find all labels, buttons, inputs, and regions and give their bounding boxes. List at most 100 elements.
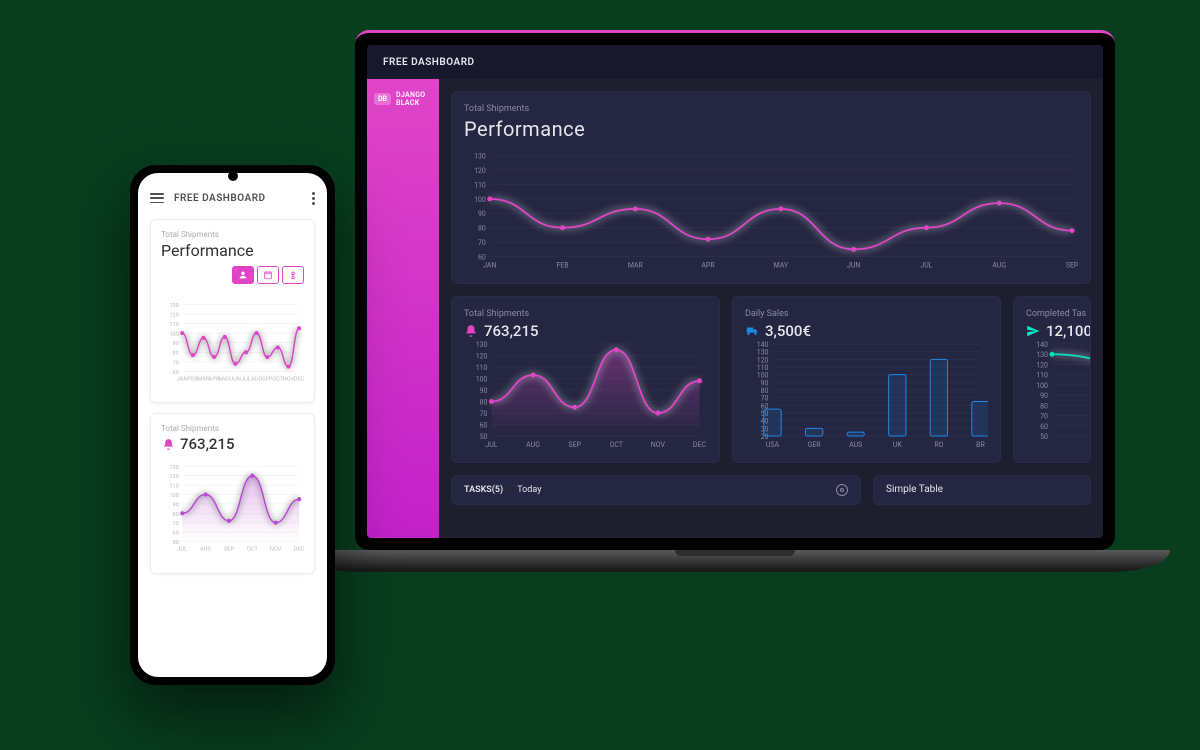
svg-text:140: 140 xyxy=(757,341,769,349)
svg-text:AUG: AUG xyxy=(200,546,211,552)
performance-chart: 60708090100110120130JANFEBMARAPRMAYJUNJU… xyxy=(464,151,1078,271)
sidebar-header[interactable]: DB DJANGO BLACK xyxy=(374,91,432,107)
sidebar-badge: DB xyxy=(374,93,391,105)
phone-shipments-card: Total Shipments 763,215 5060708090100110… xyxy=(150,413,315,574)
svg-text:70: 70 xyxy=(480,410,488,418)
svg-text:120: 120 xyxy=(757,356,769,364)
svg-text:APR: APR xyxy=(702,261,716,269)
phone-performance-card: Total Shipments Performance 607080901001… xyxy=(150,219,315,403)
tasks-tab-today[interactable]: Today xyxy=(517,485,541,495)
svg-text:70: 70 xyxy=(478,239,486,247)
shipments-chart: 5060708090100110120130JULAUGSEPOCTNOVDEC xyxy=(464,340,707,450)
svg-text:80: 80 xyxy=(1040,402,1048,410)
svg-text:60: 60 xyxy=(1040,423,1048,431)
svg-text:50: 50 xyxy=(480,433,488,441)
svg-text:NOV: NOV xyxy=(651,441,666,449)
svg-text:60: 60 xyxy=(173,370,179,376)
svg-text:AUG: AUG xyxy=(251,376,262,382)
hamburger-icon[interactable] xyxy=(150,193,164,203)
completed-tasks-card: Completed Tas 12,100K 506070809010011012… xyxy=(1013,296,1091,463)
laptop-mockup: FREE DASHBOARD DB DJANGO BLACK Total Shi… xyxy=(300,30,1170,630)
sales-chart: 2030405060708090100110120130140USAGERAUS… xyxy=(745,340,988,450)
svg-text:NOV: NOV xyxy=(283,376,295,382)
sidebar: DB DJANGO BLACK xyxy=(367,79,439,538)
svg-text:120: 120 xyxy=(169,312,179,318)
svg-text:100: 100 xyxy=(757,372,769,380)
svg-text:AUG: AUG xyxy=(526,441,540,449)
svg-text:JUL: JUL xyxy=(920,261,932,269)
svg-text:60: 60 xyxy=(478,254,486,262)
svg-text:90: 90 xyxy=(1040,392,1048,400)
svg-text:100: 100 xyxy=(474,196,486,204)
svg-text:UK: UK xyxy=(893,441,903,449)
svg-text:110: 110 xyxy=(476,364,488,372)
card-overline: Daily Sales xyxy=(745,309,988,319)
svg-text:RO: RO xyxy=(934,441,943,449)
sidebar-name: DJANGO BLACK xyxy=(396,91,432,107)
svg-text:130: 130 xyxy=(474,153,486,161)
svg-text:100: 100 xyxy=(476,376,488,384)
card-overline: Total Shipments xyxy=(464,104,1078,114)
seg-purchases[interactable] xyxy=(257,266,279,284)
svg-text:110: 110 xyxy=(1036,372,1048,380)
svg-text:100: 100 xyxy=(169,332,179,338)
bell-icon xyxy=(464,324,478,338)
topbar: FREE DASHBOARD xyxy=(367,45,1103,79)
card-overline: Total Shipments xyxy=(464,309,707,319)
svg-text:70: 70 xyxy=(761,395,769,403)
laptop-base xyxy=(300,550,1170,572)
svg-text:DEC: DEC xyxy=(294,376,304,382)
metric-value: 763,215 xyxy=(180,435,235,453)
svg-text:130: 130 xyxy=(1036,351,1048,359)
gear-icon[interactable] xyxy=(836,484,848,496)
simple-table-title: Simple Table xyxy=(886,484,943,495)
svg-text:90: 90 xyxy=(173,502,179,508)
svg-text:JUN: JUN xyxy=(847,261,860,269)
svg-text:120: 120 xyxy=(1036,361,1048,369)
phone-screen: FREE DASHBOARD Total Shipments Performan… xyxy=(138,173,327,677)
svg-text:50: 50 xyxy=(1040,433,1048,441)
svg-text:AUG: AUG xyxy=(992,261,1006,269)
metric-value: 763,215 xyxy=(484,322,539,340)
svg-text:JUL: JUL xyxy=(485,441,497,449)
svg-text:70: 70 xyxy=(1040,413,1048,421)
svg-text:80: 80 xyxy=(761,387,769,395)
svg-text:70: 70 xyxy=(173,521,179,527)
svg-text:JAN: JAN xyxy=(177,376,188,382)
svg-text:130: 130 xyxy=(476,341,488,349)
sales-card: Daily Sales 3,500€ 203040506070809010011… xyxy=(732,296,1001,463)
svg-text:80: 80 xyxy=(478,225,486,233)
svg-text:110: 110 xyxy=(169,484,179,490)
svg-text:JAN: JAN xyxy=(483,261,496,269)
laptop-screen: FREE DASHBOARD DB DJANGO BLACK Total Shi… xyxy=(367,45,1103,538)
svg-text:MAY: MAY xyxy=(774,261,789,269)
svg-text:JUN: JUN xyxy=(230,376,241,382)
card-overline: Completed Tas xyxy=(1026,309,1091,319)
svg-text:SEP: SEP xyxy=(568,441,581,449)
tasks-title: TASKS(5) xyxy=(464,485,503,495)
svg-text:130: 130 xyxy=(169,465,179,471)
svg-text:60: 60 xyxy=(173,531,179,537)
svg-text:90: 90 xyxy=(478,210,486,218)
svg-text:110: 110 xyxy=(169,322,179,328)
shipments-card: Total Shipments 763,215 5060708090100110… xyxy=(451,296,720,463)
svg-text:FEB: FEB xyxy=(556,261,568,269)
svg-text:SEP: SEP xyxy=(262,376,273,382)
svg-text:90: 90 xyxy=(761,379,769,387)
phone-performance-chart: 60708090100110120130JANFEBMARAPRMAYJUNJU… xyxy=(161,292,304,392)
svg-text:70: 70 xyxy=(173,360,179,366)
phone-shipments-chart: 5060708090100110120130JULAUGSEPOCTNOVDEC xyxy=(161,453,304,563)
brand: FREE DASHBOARD xyxy=(383,57,475,68)
svg-text:DEC: DEC xyxy=(693,441,707,449)
svg-text:SEP: SEP xyxy=(224,546,235,552)
svg-text:OCT: OCT xyxy=(610,441,624,449)
svg-text:MAR: MAR xyxy=(628,261,644,269)
svg-text:130: 130 xyxy=(757,349,769,357)
seg-sessions[interactable] xyxy=(282,266,304,284)
svg-text:140: 140 xyxy=(1036,341,1048,349)
seg-accounts[interactable] xyxy=(232,266,254,284)
more-icon[interactable] xyxy=(312,192,315,205)
svg-text:SEP: SEP xyxy=(1066,261,1078,269)
svg-text:50: 50 xyxy=(173,540,179,546)
tasks-chart: 5060708090100110120130140JUL xyxy=(1026,340,1091,450)
